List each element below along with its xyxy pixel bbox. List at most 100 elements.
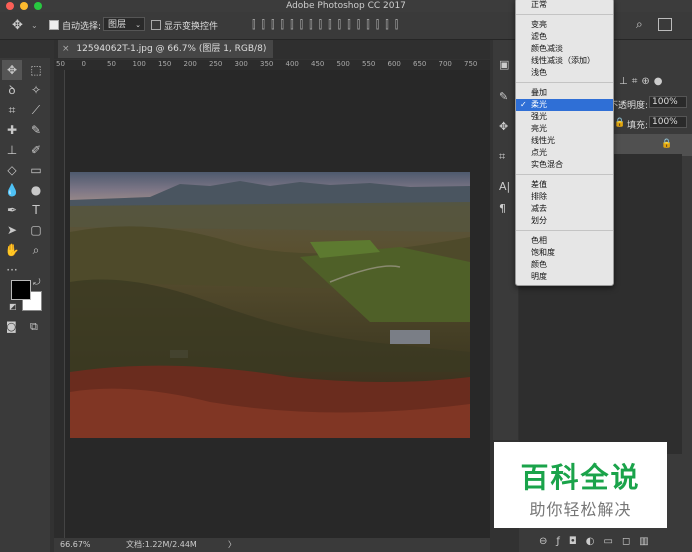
ruler-tick-label: 650 xyxy=(413,60,427,68)
menu-separator xyxy=(516,230,613,231)
paragraph-panel-icon[interactable]: ¶ xyxy=(499,202,506,215)
crop-tool-icon[interactable]: ⌗ xyxy=(2,100,22,120)
fill-field[interactable]: 100% xyxy=(649,116,687,128)
blend-mode-item[interactable]: 强光 xyxy=(531,111,547,123)
pen-tool-icon[interactable]: ✒ xyxy=(2,200,22,220)
quick-mask-icon[interactable]: ◙ xyxy=(6,320,17,333)
ruler-tick-label: 300 xyxy=(234,60,248,68)
blur-tool-icon[interactable]: 💧 xyxy=(2,180,22,200)
blend-mode-item[interactable]: ✓ 柔光 xyxy=(516,99,613,111)
brush-tool-icon[interactable]: ✎ xyxy=(26,120,46,140)
clone-stamp-icon[interactable]: ⊥ xyxy=(2,140,22,160)
move-tool-icon[interactable]: ✥ xyxy=(12,18,23,33)
healing-brush-icon[interactable]: ✚ xyxy=(2,120,22,140)
magic-wand-icon[interactable]: ✧ xyxy=(26,80,46,100)
ruler-tick-label: 350 xyxy=(260,60,274,68)
swap-colors-icon[interactable]: ⤾ xyxy=(33,278,41,288)
search-icon[interactable]: ⌕ xyxy=(636,17,643,32)
blend-mode-label: 柔光 xyxy=(531,100,547,109)
blend-mode-item[interactable]: 变亮 xyxy=(531,19,547,31)
blend-mode-menu[interactable]: 正常变亮 滤色颜色减淡线性减淡（添加） 浅色叠加 ✓ 柔光 强光亮光线性光点光 实色混合差值… xyxy=(515,0,614,286)
marquee-tool-icon[interactable]: ⬚ xyxy=(26,60,46,80)
rectangle-tool-icon[interactable]: ▢ xyxy=(26,220,46,240)
menu-separator xyxy=(516,14,613,15)
blend-mode-item[interactable]: 实色混合 xyxy=(531,159,563,171)
blend-mode-label: 差值 xyxy=(531,180,547,189)
auto-select-dropdown[interactable]: 图层 ⌄ xyxy=(103,17,145,31)
align-icons[interactable]: ⫿⫿⫿⫿⫿⫿⫿⫿⫿⫿⫿⫿⫿⫿⫿⫿ xyxy=(252,18,404,32)
close-window-button[interactable] xyxy=(6,2,14,10)
vertical-ruler[interactable] xyxy=(54,70,65,538)
blend-mode-item[interactable]: 饱和度 xyxy=(531,247,555,259)
close-tab-icon[interactable]: × xyxy=(62,44,70,54)
document-size: 文档:1.22M/2.44M xyxy=(126,540,197,549)
brush-panel-icon[interactable]: ✎ xyxy=(499,90,508,103)
blend-mode-item[interactable]: 线性光 xyxy=(531,135,555,147)
ruler-tick-label: 0 xyxy=(81,60,86,68)
document-tab[interactable]: × 12594062T-1.jpg @ 66.7% (图层 1, RGB/8) … xyxy=(58,40,273,72)
hand-tool-icon[interactable]: ✋ xyxy=(2,240,22,260)
blend-mode-item[interactable]: 亮光 xyxy=(531,123,547,135)
blend-mode-item[interactable]: 叠加 xyxy=(531,87,547,99)
zoom-level[interactable]: 66.67% xyxy=(60,538,91,552)
eraser-icon[interactable]: ◇ xyxy=(2,160,22,180)
more-tools-icon[interactable]: ··· xyxy=(2,260,22,280)
blend-mode-label: 亮光 xyxy=(531,124,547,133)
blend-mode-label: 划分 xyxy=(531,216,547,225)
layer-lock-icon: 🔒 xyxy=(661,139,673,149)
move-tool-icon[interactable]: ✥ xyxy=(2,60,22,80)
crop-panel-icon[interactable]: ⌗ xyxy=(499,150,505,164)
default-colors-icon[interactable]: ◩ xyxy=(9,302,17,311)
blend-mode-label: 线性光 xyxy=(531,136,555,145)
character-panel-icon[interactable]: A| xyxy=(499,180,510,193)
ruler-tick-label: 50 xyxy=(56,60,65,68)
dodge-tool-icon[interactable]: ● xyxy=(26,180,46,200)
auto-select-checkbox[interactable] xyxy=(49,20,59,31)
lock-all-icon[interactable]: 🔒 xyxy=(614,118,625,128)
blend-mode-item[interactable]: 明度 xyxy=(531,271,547,283)
blend-mode-item[interactable]: 划分 xyxy=(531,215,547,227)
blend-mode-label: 滤色 xyxy=(531,32,547,41)
minimize-window-button[interactable] xyxy=(20,2,28,10)
history-brush-icon[interactable]: ✐ xyxy=(26,140,46,160)
blend-mode-label: 颜色减淡 xyxy=(531,44,563,53)
lasso-tool-icon[interactable]: ꝺ xyxy=(2,80,22,100)
path-selection-icon[interactable]: ➤ xyxy=(2,220,22,240)
ruler-tick-label: 450 xyxy=(311,60,325,68)
blend-mode-item[interactable]: 排除 xyxy=(531,191,547,203)
blend-mode-item[interactable]: 颜色 xyxy=(531,259,547,271)
workspace-icon[interactable] xyxy=(658,18,672,31)
blend-mode-item[interactable]: 浅色 xyxy=(531,67,547,79)
blend-mode-item[interactable]: 差值 xyxy=(531,179,547,191)
chevron-down-icon[interactable]: ⌄ xyxy=(31,21,38,30)
show-transform-checkbox[interactable] xyxy=(151,20,161,31)
menu-separator xyxy=(516,82,613,83)
blend-mode-label: 强光 xyxy=(531,112,547,121)
screen-mode-icon[interactable]: ⧉ xyxy=(30,320,38,334)
foreground-color-swatch[interactable] xyxy=(11,280,31,300)
layer-actions-icons[interactable]: ⊖ƒ◘◐▭◻▥ xyxy=(539,536,658,547)
opacity-field[interactable]: 100% xyxy=(649,96,687,108)
blend-mode-item[interactable]: 点光 xyxy=(531,147,547,159)
tool-presets-icon[interactable]: ✥ xyxy=(499,120,508,133)
status-menu-arrow[interactable]: 〉 xyxy=(228,538,236,552)
blend-mode-item[interactable]: 减去 xyxy=(531,203,547,215)
blend-mode-label: 排除 xyxy=(531,192,547,201)
blend-mode-item[interactable]: 滤色 xyxy=(531,31,547,43)
blend-mode-item[interactable]: 线性减淡（添加） xyxy=(531,55,595,67)
watermark-subtitle: 助你轻松解决 xyxy=(529,500,632,519)
fill-label: 填充: xyxy=(627,121,649,131)
blend-mode-item[interactable]: 色相 xyxy=(531,235,547,247)
history-panel-icon[interactable]: ▣ xyxy=(499,58,509,71)
zoom-window-button[interactable] xyxy=(34,2,42,10)
type-tool-icon[interactable]: T xyxy=(26,200,46,220)
ruler-tick-label: 400 xyxy=(285,60,299,68)
blend-mode-item[interactable]: 颜色减淡 xyxy=(531,43,563,55)
eyedropper-icon[interactable]: ⟋ xyxy=(26,100,46,120)
landscape-photo[interactable] xyxy=(70,172,470,438)
gradient-tool-icon[interactable]: ▭ xyxy=(26,160,46,180)
auto-select-label: 自动选择: xyxy=(62,22,102,32)
zoom-tool-icon[interactable]: ⌕ xyxy=(26,240,46,260)
blend-mode-item[interactable]: 正常 xyxy=(531,0,547,11)
layer-filter-icons[interactable]: ⊥⌗⊕● xyxy=(619,76,666,87)
